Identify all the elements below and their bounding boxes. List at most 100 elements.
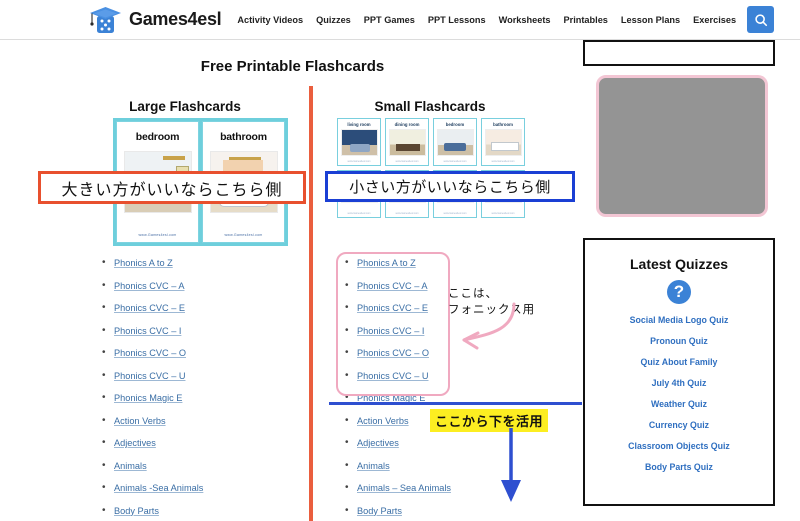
quiz-link-social-media-logo[interactable]: Social Media Logo Quiz <box>630 315 729 325</box>
list-item: Phonics A to Z <box>100 257 203 281</box>
page-root: Games4esl Activity Videos Quizzes PPT Ga… <box>0 0 800 521</box>
link-action-verbs[interactable]: Action Verbs <box>357 416 409 426</box>
bathroom-illustration-icon <box>484 129 522 156</box>
nav-item-quizzes[interactable]: Quizzes <box>316 15 351 25</box>
list-item: Animals – Sea Animals <box>343 482 451 506</box>
flashcard-title: bedroom <box>445 122 465 127</box>
graduation-cap-dice-logo-icon <box>90 6 121 33</box>
large-flashcards-link-list: Phonics A to Z Phonics CVC – A Phonics C… <box>100 257 203 521</box>
flashcard-footer: www.Games4esl.com <box>138 233 177 237</box>
flashcard-title: bedroom <box>135 131 180 143</box>
nav-item-activity-videos[interactable]: Activity Videos <box>237 15 303 25</box>
nav-item-lesson-plans[interactable]: Lesson Plans <box>621 15 680 25</box>
list-item: Animals <box>343 460 451 484</box>
living-room-illustration-icon <box>340 129 378 156</box>
flashcard-footer: www.Games4esl.com <box>443 212 467 215</box>
link-sea-animals[interactable]: Animals -Sea Animals <box>114 483 203 493</box>
brand-name: Games4esl <box>129 9 222 29</box>
pink-curved-arrow-icon <box>462 302 516 350</box>
nav-item-ppt-lessons[interactable]: PPT Lessons <box>428 15 486 25</box>
flashcard-footer: www.Games4esl.com <box>395 160 419 163</box>
search-button[interactable] <box>747 6 774 33</box>
list-item: Phonics CVC – I <box>100 325 203 349</box>
flashcard-bedroom-small[interactable]: bedroom www.Games4esl.com <box>433 118 477 166</box>
link-body-parts[interactable]: Body Parts <box>114 506 159 516</box>
list-item: Phonics CVC – E <box>100 302 203 326</box>
question-mark-icon: ? <box>667 280 691 304</box>
quiz-link-weather[interactable]: Weather Quiz <box>651 399 707 409</box>
link-adjectives[interactable]: Adjectives <box>357 438 399 448</box>
site-logo[interactable]: Games4esl <box>88 4 222 36</box>
sidebar-top-box <box>583 40 775 66</box>
annotation-small-side-text: 小さい方がいいならこちら側 <box>349 179 551 196</box>
flashcard-dining-room-small[interactable]: dining room www.Games4esl.com <box>385 118 429 166</box>
quiz-link-body-parts[interactable]: Body Parts Quiz <box>645 462 713 472</box>
list-item: Animals -Sea Animals <box>100 482 203 506</box>
quiz-link-about-family[interactable]: Quiz About Family <box>641 357 718 367</box>
site-header: Games4esl Activity Videos Quizzes PPT Ga… <box>0 0 800 40</box>
list-item: Body Parts <box>343 505 451 521</box>
annotation-use-below-highlight: ここから下を活用 <box>430 409 549 432</box>
link-phonics-magic-e[interactable]: Phonics Magic E <box>114 393 182 403</box>
flashcard-footer: www.Games4esl.com <box>347 212 371 215</box>
flashcard-footer: www.Games4esl.com <box>395 212 419 215</box>
small-flashcards-preview[interactable]: living room www.Games4esl.com dining roo… <box>337 118 525 218</box>
flashcard-title: bathroom <box>493 122 513 127</box>
flashcard-footer: www.Games4esl.com <box>491 212 515 215</box>
list-item: Phonics Magic E <box>100 392 203 416</box>
list-item: Animals <box>100 460 203 484</box>
annotation-phonics-highlight-box <box>336 252 450 396</box>
latest-quizzes-widget: Latest Quizzes ? Social Media Logo Quiz … <box>583 238 775 506</box>
blue-down-arrow-icon <box>501 428 521 502</box>
nav-item-exercises[interactable]: Exercises <box>693 15 736 25</box>
list-item: Adjectives <box>100 437 203 461</box>
link-body-parts[interactable]: Body Parts <box>357 506 402 516</box>
list-item: Adjectives <box>343 437 451 461</box>
annotation-large-side-text: 大きい方がいいならこちら側 <box>61 181 283 199</box>
nav-item-worksheets[interactable]: Worksheets <box>499 15 551 25</box>
quiz-link-currency[interactable]: Currency Quiz <box>649 420 709 430</box>
latest-quizzes-title: Latest Quizzes <box>629 256 729 272</box>
link-phonics-cvc-a[interactable]: Phonics CVC – A <box>114 281 184 291</box>
flashcard-bathroom-small[interactable]: bathroom www.Games4esl.com <box>481 118 525 166</box>
link-action-verbs[interactable]: Action Verbs <box>114 416 166 426</box>
flashcard-title: living room <box>347 122 371 127</box>
list-item: Phonics CVC – U <box>100 370 203 394</box>
list-item: Body Parts <box>100 505 203 521</box>
large-flashcards-heading: Large Flashcards <box>129 99 241 114</box>
quiz-link-classroom-objects[interactable]: Classroom Objects Quiz <box>628 441 730 451</box>
link-phonics-cvc-o[interactable]: Phonics CVC – O <box>114 348 186 358</box>
page-title: Free Printable Flashcards <box>200 58 385 75</box>
link-animals[interactable]: Animals <box>114 461 147 471</box>
dining-room-illustration-icon <box>388 129 426 156</box>
flashcard-title: bathroom <box>220 131 267 143</box>
main-nav: Activity Videos Quizzes PPT Games PPT Le… <box>237 15 736 25</box>
flashcard-footer: www.Games4esl.com <box>224 233 263 237</box>
flashcard-footer: www.Games4esl.com <box>491 160 515 163</box>
small-flashcards-heading: Small Flashcards <box>374 99 486 114</box>
list-item: Phonics CVC – A <box>100 280 203 304</box>
link-phonics-cvc-e[interactable]: Phonics CVC – E <box>114 303 185 313</box>
flashcard-footer: www.Games4esl.com <box>443 160 467 163</box>
nav-item-ppt-games[interactable]: PPT Games <box>364 15 415 25</box>
quiz-link-july-4th[interactable]: July 4th Quiz <box>652 378 707 388</box>
link-adjectives[interactable]: Adjectives <box>114 438 156 448</box>
search-icon <box>754 13 767 26</box>
list-item: Action Verbs <box>100 415 203 439</box>
redacted-ad-block <box>596 75 768 217</box>
annotation-blue-separator-line <box>329 402 582 405</box>
flashcard-footer: www.Games4esl.com <box>347 160 371 163</box>
list-item: Phonics CVC – O <box>100 347 203 371</box>
link-phonics-cvc-i[interactable]: Phonics CVC – I <box>114 326 181 336</box>
flashcard-title: dining room <box>394 122 420 127</box>
flashcard-living-room-small[interactable]: living room www.Games4esl.com <box>337 118 381 166</box>
link-animals[interactable]: Animals <box>357 461 390 471</box>
link-phonics-cvc-u[interactable]: Phonics CVC – U <box>114 371 186 381</box>
nav-item-printables[interactable]: Printables <box>564 15 608 25</box>
annotation-large-side-box: 大きい方がいいならこちら側 <box>38 171 306 204</box>
link-phonics-a-to-z[interactable]: Phonics A to Z <box>114 258 173 268</box>
link-sea-animals[interactable]: Animals – Sea Animals <box>357 483 451 493</box>
quiz-link-pronoun[interactable]: Pronoun Quiz <box>650 336 708 346</box>
annotation-small-side-box: 小さい方がいいならこちら側 <box>325 171 575 202</box>
bedroom-illustration-icon <box>436 129 474 156</box>
